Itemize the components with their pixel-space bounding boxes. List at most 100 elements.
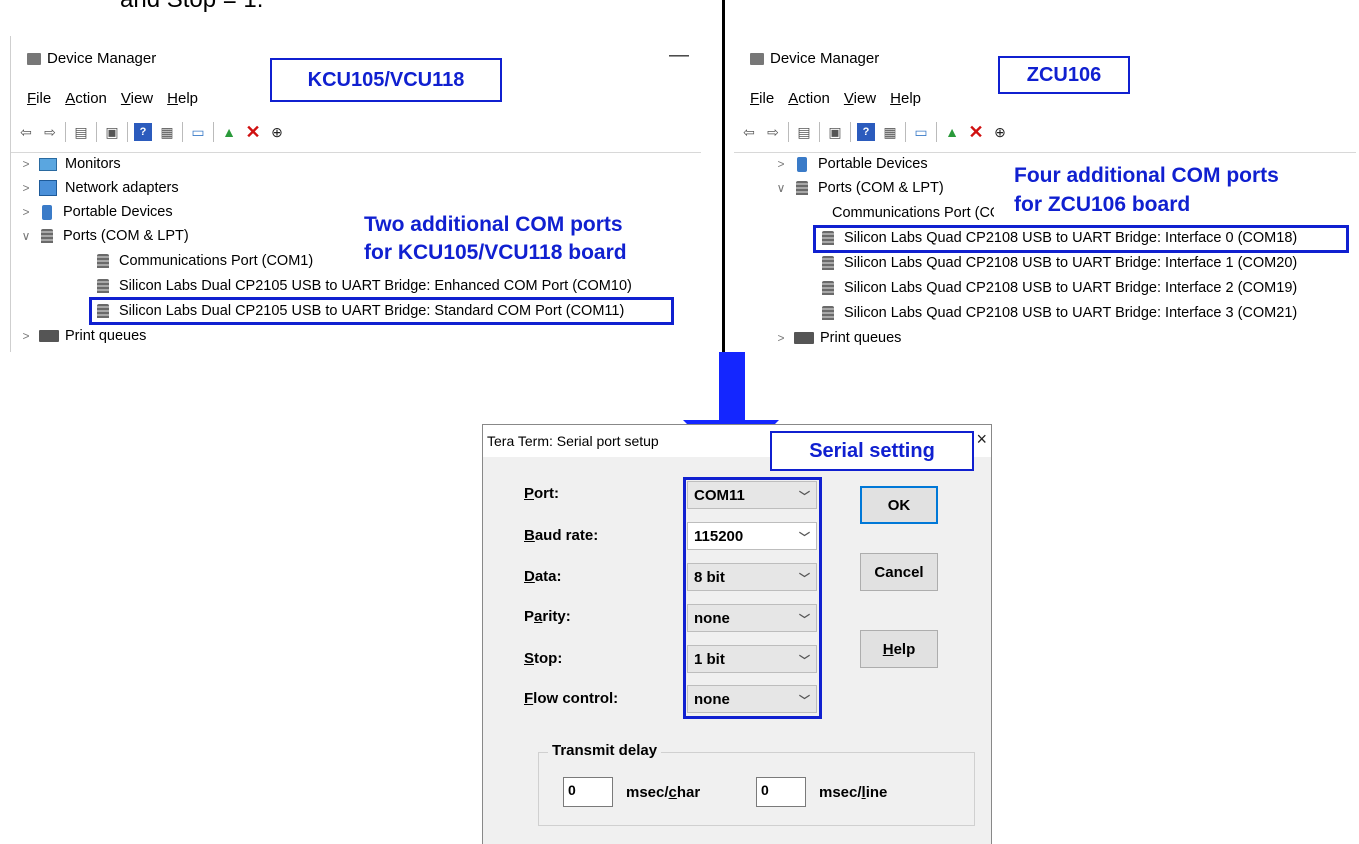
- tree-item-network-adapters[interactable]: > Network adapters: [19, 177, 179, 199]
- back-icon[interactable]: ⇦: [17, 123, 35, 141]
- download-icon[interactable]: ⊕: [268, 123, 286, 141]
- msec-line-label: msec/line: [819, 784, 888, 801]
- data-label: Data:: [524, 568, 562, 585]
- tree-item-com-port[interactable]: Silicon Labs Quad CP2108 USB to UART Bri…: [820, 252, 1297, 274]
- board-label-kcu105-vcu118: KCU105/VCU118: [270, 58, 502, 102]
- minimize-button[interactable]: —: [669, 44, 689, 67]
- tree-item-print-queues[interactable]: > Print queues: [774, 327, 901, 349]
- tree-item-monitors[interactable]: > Monitors: [19, 153, 120, 175]
- toolbar-separator: [96, 122, 97, 142]
- view-icon[interactable]: ▦: [158, 123, 176, 141]
- chevron-right-icon[interactable]: >: [19, 181, 33, 195]
- arrow-shaft: [719, 352, 745, 422]
- back-icon[interactable]: ⇦: [740, 123, 758, 141]
- toolbar-separator: [65, 122, 66, 142]
- toolbar-separator: [788, 122, 789, 142]
- board-label-zcu106: ZCU106: [998, 56, 1130, 94]
- tree-item-com-port[interactable]: Communications Port (COM1): [95, 250, 313, 272]
- ok-button[interactable]: OK: [860, 486, 938, 524]
- port-icon: [822, 306, 834, 320]
- port-icon: [97, 254, 109, 268]
- forward-icon[interactable]: ⇨: [41, 123, 59, 141]
- download-icon[interactable]: ⊕: [991, 123, 1009, 141]
- chevron-right-icon[interactable]: >: [19, 157, 33, 171]
- transmit-delay-label: Transmit delay: [548, 742, 662, 759]
- menu-bar: File Action View Help: [750, 90, 921, 107]
- annotation-line: Four additional COM ports: [1014, 164, 1279, 187]
- toolbar: ⇦ ⇨ ▤ ▣ ? ▦ ▭ ▲ ✕ ⊕: [17, 118, 286, 146]
- forward-icon[interactable]: ⇨: [764, 123, 782, 141]
- document-icon[interactable]: ▣: [826, 123, 844, 141]
- menu-view[interactable]: View: [844, 90, 876, 107]
- tree-item-com-port[interactable]: Silicon Labs Quad CP2108 USB to UART Bri…: [820, 277, 1297, 299]
- view-icon[interactable]: ▦: [881, 123, 899, 141]
- toolbar-separator: [127, 122, 128, 142]
- port-icon: [97, 279, 109, 293]
- toolbar: ⇦ ⇨ ▤ ▣ ? ▦ ▭ ▲ ✕ ⊕: [740, 118, 1009, 146]
- uninstall-icon[interactable]: ✕: [967, 122, 985, 142]
- chevron-right-icon[interactable]: >: [774, 331, 788, 345]
- help-button[interactable]: Help: [860, 630, 938, 668]
- toolbar-separator: [182, 122, 183, 142]
- tree-item-com-port[interactable]: Silicon Labs Dual CP2105 USB to UART Bri…: [95, 275, 632, 297]
- tree-item-com-port[interactable]: Silicon Labs Quad CP2108 USB to UART Bri…: [820, 302, 1297, 324]
- port-icon: [822, 256, 834, 270]
- parity-label: Parity:: [524, 608, 571, 625]
- device-manager-icon: [27, 52, 41, 65]
- baud-rate-label: Baud rate:: [524, 527, 599, 544]
- dialog-title: Tera Term: Serial port setup: [487, 433, 659, 449]
- menu-bar: File Action View Help: [27, 90, 198, 107]
- tree-item-ports[interactable]: ∨ Ports (COM & LPT): [774, 177, 944, 199]
- tree-item-portable-devices[interactable]: > Portable Devices: [774, 153, 927, 175]
- annotation-line: Two additional COM ports: [364, 213, 623, 236]
- properties-icon[interactable]: ▤: [795, 123, 813, 141]
- tree-item-com-port[interactable]: Communications Port (COM1): [820, 202, 994, 224]
- top-caption: and Stop = 1.: [120, 0, 263, 14]
- window-divider: [722, 0, 725, 352]
- window-title: Device Manager: [27, 50, 156, 67]
- toolbar-separator: [850, 122, 851, 142]
- uninstall-icon[interactable]: ✕: [244, 122, 262, 142]
- menu-view[interactable]: View: [121, 90, 153, 107]
- network-adapter-icon: [39, 180, 57, 196]
- update-driver-icon[interactable]: ▲: [943, 123, 961, 141]
- port-icon: [796, 181, 808, 195]
- annotation-line: for ZCU106 board: [1014, 192, 1195, 218]
- tree-item-portable-devices[interactable]: > Portable Devices: [19, 201, 172, 223]
- chevron-down-icon[interactable]: ∨: [19, 229, 33, 243]
- settings-highlight-box: [683, 477, 822, 719]
- msec-char-input[interactable]: 0: [563, 777, 613, 807]
- menu-help[interactable]: Help: [890, 90, 921, 107]
- menu-file[interactable]: File: [27, 90, 51, 107]
- highlight-box: [89, 297, 674, 325]
- msec-line-input[interactable]: 0: [756, 777, 806, 807]
- chevron-down-icon[interactable]: ∨: [774, 181, 788, 195]
- chevron-right-icon[interactable]: >: [19, 329, 33, 343]
- printer-icon: [794, 332, 814, 344]
- scan-monitor-icon[interactable]: ▭: [912, 123, 930, 141]
- help-icon[interactable]: ?: [134, 123, 152, 141]
- update-driver-icon[interactable]: ▲: [220, 123, 238, 141]
- cancel-button[interactable]: Cancel: [860, 553, 938, 591]
- toolbar-separator: [819, 122, 820, 142]
- close-icon[interactable]: ×: [976, 429, 987, 450]
- device-manager-icon: [750, 52, 764, 65]
- port-icon: [41, 229, 53, 243]
- menu-help[interactable]: Help: [167, 90, 198, 107]
- tree-item-ports[interactable]: ∨ Ports (COM & LPT): [19, 225, 189, 247]
- flow-control-label: Flow control:: [524, 690, 619, 707]
- highlight-box: [813, 225, 1349, 253]
- menu-action[interactable]: Action: [65, 90, 107, 107]
- toolbar-separator: [213, 122, 214, 142]
- port-icon: [822, 281, 834, 295]
- document-icon[interactable]: ▣: [103, 123, 121, 141]
- properties-icon[interactable]: ▤: [72, 123, 90, 141]
- chevron-right-icon[interactable]: >: [19, 205, 33, 219]
- tree-item-print-queues[interactable]: > Print queues: [19, 325, 146, 347]
- menu-action[interactable]: Action: [788, 90, 830, 107]
- help-icon[interactable]: ?: [857, 123, 875, 141]
- scan-monitor-icon[interactable]: ▭: [189, 123, 207, 141]
- toolbar-separator: [905, 122, 906, 142]
- menu-file[interactable]: File: [750, 90, 774, 107]
- chevron-right-icon[interactable]: >: [774, 157, 788, 171]
